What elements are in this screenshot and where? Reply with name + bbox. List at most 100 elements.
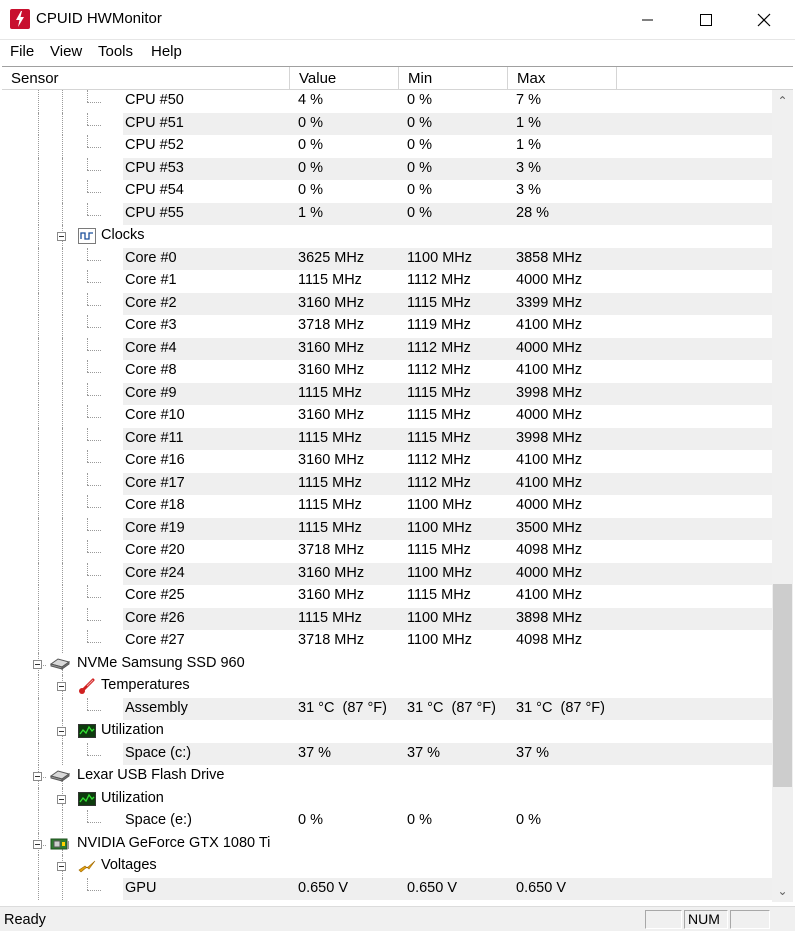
sensor-row[interactable]: CPU #53 0 % 0 % 3 %: [2, 157, 772, 180]
tree-line: [87, 472, 88, 485]
sensor-min: 1115 MHz: [407, 407, 471, 423]
sensor-max: 3998 MHz: [516, 429, 583, 446]
column-header: Sensor Value Min Max: [2, 66, 793, 90]
sensor-min: 37 %: [407, 744, 441, 761]
tree-line: [62, 315, 63, 338]
sensor-row[interactable]: Core #17 1115 MHz 1112 MHz 4100 MHz: [2, 472, 772, 495]
device-node[interactable]: Lexar USB Flash Drive: [2, 765, 772, 788]
sensor-name: Core #18: [125, 497, 185, 513]
sensor-min: 31 °C (87 °F): [407, 699, 496, 716]
scrollbar-thumb[interactable]: [773, 584, 792, 787]
sensor-row[interactable]: Space (e:) 0 % 0 % 0 %: [2, 810, 772, 833]
group-node[interactable]: Utilization: [2, 787, 772, 810]
sensor-min: 1100 MHz: [407, 564, 473, 581]
sensor-row[interactable]: CPU #54 0 % 0 % 3 %: [2, 180, 772, 203]
sensor-row[interactable]: Core #2 3160 MHz 1115 MHz 3399 MHz: [2, 292, 772, 315]
device-node[interactable]: NVIDIA GeForce GTX 1080 Ti: [2, 832, 772, 855]
tree-line: [38, 562, 39, 585]
sensor-name: Core #17: [125, 474, 185, 491]
vertical-scrollbar[interactable]: ⌃ ⌄: [772, 90, 793, 902]
sensor-name: Core #26: [125, 609, 185, 626]
column-value[interactable]: Value: [290, 67, 399, 90]
group-node[interactable]: Temperatures: [2, 675, 772, 698]
tree-line: [62, 112, 63, 135]
column-sensor[interactable]: Sensor: [2, 67, 290, 90]
sensor-row[interactable]: Core #19 1115 MHz 1100 MHz 3500 MHz: [2, 517, 772, 540]
app-logo-icon: [10, 9, 30, 29]
group-node[interactable]: Clocks: [2, 225, 772, 248]
sensor-tree[interactable]: CPU #50 4 % 0 % 7 % CPU #51 0 % 0 % 1 % CPU #52 0…: [2, 90, 772, 902]
close-button[interactable]: [735, 0, 793, 40]
row-stripe: [123, 112, 772, 135]
scroll-up-arrow-icon[interactable]: ⌃: [772, 92, 793, 110]
collapse-toggle: [57, 682, 66, 691]
sensor-min: 0 %: [407, 204, 432, 221]
tree-line: [87, 102, 101, 103]
group-node[interactable]: Utilization: [2, 720, 772, 743]
sensor-row[interactable]: CPU #50 4 % 0 % 7 %: [2, 90, 772, 113]
tree-line: [38, 90, 39, 113]
menu-file[interactable]: File: [10, 43, 34, 60]
sensor-row[interactable]: Core #26 1115 MHz 1100 MHz 3898 MHz: [2, 607, 772, 630]
minimize-button[interactable]: [619, 0, 677, 40]
sensor-row[interactable]: CPU #51 0 % 0 % 1 %: [2, 112, 772, 135]
status-panel-empty-2: [730, 910, 770, 929]
sensor-value: 1115 MHz: [298, 429, 362, 446]
sensor-row[interactable]: GPU 0.650 V 0.650 V 0.650 V: [2, 877, 772, 900]
tree-line: [87, 709, 101, 711]
group-label: Voltages: [101, 857, 157, 873]
sensor-max: 1 %: [516, 137, 541, 153]
tree-line: [62, 202, 63, 225]
sensor-min: 1100 MHz: [407, 609, 473, 626]
sensor-row[interactable]: Core #20 3718 MHz 1115 MHz 4098 MHz: [2, 540, 772, 563]
sensor-max: 3858 MHz: [516, 249, 583, 266]
tree-line: [38, 810, 39, 833]
sensor-value: 1115 MHz: [298, 272, 362, 288]
tree-line: [62, 562, 63, 585]
menu-tools[interactable]: Tools: [98, 43, 133, 60]
column-max[interactable]: Max: [508, 67, 617, 90]
tree-line: [87, 124, 101, 126]
sensor-row[interactable]: CPU #55 1 % 0 % 28 %: [2, 202, 772, 225]
sensor-row[interactable]: Core #4 3160 MHz 1112 MHz 4000 MHz: [2, 337, 772, 360]
tree-line: [38, 472, 39, 495]
sensor-name: Core #8: [125, 362, 177, 378]
column-min[interactable]: Min: [399, 67, 508, 90]
status-panel-empty: [645, 910, 682, 929]
sensor-max: 37 %: [516, 744, 550, 761]
voltage-bolt-icon: [78, 858, 96, 874]
sensor-row[interactable]: Core #8 3160 MHz 1112 MHz 4100 MHz: [2, 360, 772, 383]
sensor-row[interactable]: Core #11 1115 MHz 1115 MHz 3998 MHz: [2, 427, 772, 450]
sensor-min: 0 %: [407, 159, 432, 176]
sensor-row[interactable]: Core #3 3718 MHz 1119 MHz 4100 MHz: [2, 315, 772, 338]
tree-line: [87, 90, 88, 102]
sensor-row[interactable]: Space (c:) 37 % 37 % 37 %: [2, 742, 772, 765]
sensor-row[interactable]: Core #27 3718 MHz 1100 MHz 4098 MHz: [2, 630, 772, 653]
sensor-row[interactable]: Core #16 3160 MHz 1112 MHz 4100 MHz: [2, 450, 772, 473]
tree-line: [38, 517, 39, 540]
scroll-down-arrow-icon[interactable]: ⌄: [772, 882, 793, 900]
sensor-value: 0 %: [298, 137, 323, 153]
sensor-row[interactable]: Core #1 1115 MHz 1112 MHz 4000 MHz: [2, 270, 772, 293]
sensor-row[interactable]: Core #24 3160 MHz 1100 MHz 4000 MHz: [2, 562, 772, 585]
sensor-row[interactable]: Core #0 3625 MHz 1100 MHz 3858 MHz: [2, 247, 772, 270]
sensor-min: 1100 MHz: [407, 497, 473, 513]
menu-view[interactable]: View: [50, 43, 82, 60]
sensor-row[interactable]: Assembly 31 °C (87 °F) 31 °C (87 °F) 31 °C …: [2, 697, 772, 720]
tree-line: [62, 877, 63, 900]
collapse-toggle: [57, 727, 66, 736]
group-node[interactable]: Voltages: [2, 855, 772, 878]
sensor-row[interactable]: Core #25 3160 MHz 1115 MHz 4100 MHz: [2, 585, 772, 608]
menu-help[interactable]: Help: [151, 43, 182, 60]
tree-line: [38, 540, 39, 563]
sensor-row[interactable]: Core #9 1115 MHz 1115 MHz 3998 MHz: [2, 382, 772, 405]
tree-line: [38, 607, 39, 630]
sensor-min: 1112 MHz: [407, 474, 471, 491]
sensor-row[interactable]: CPU #52 0 % 0 % 1 %: [2, 135, 772, 158]
sensor-row[interactable]: Core #10 3160 MHz 1115 MHz 4000 MHz: [2, 405, 772, 428]
maximize-button[interactable]: [677, 0, 735, 40]
sensor-name: GPU: [125, 879, 157, 896]
sensor-row[interactable]: Core #18 1115 MHz 1100 MHz 4000 MHz: [2, 495, 772, 518]
sensor-min: 1100 MHz: [407, 249, 473, 266]
device-node[interactable]: NVMe Samsung SSD 960: [2, 652, 772, 675]
